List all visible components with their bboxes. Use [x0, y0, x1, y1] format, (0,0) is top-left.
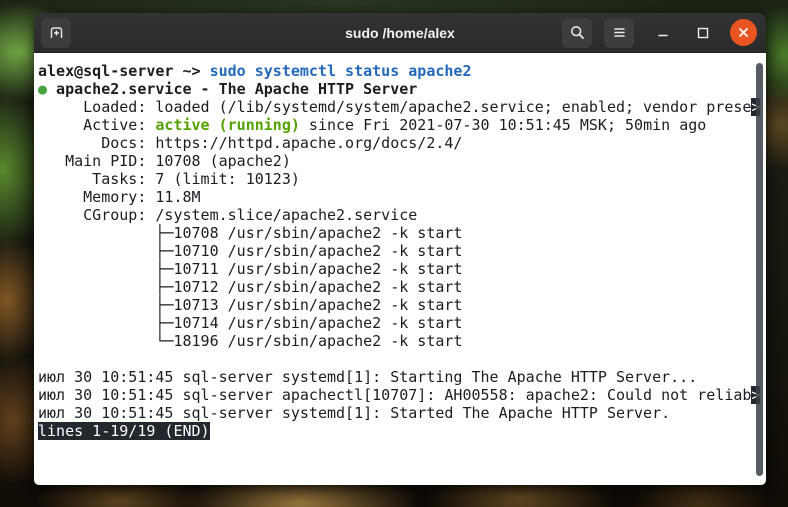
cgroup-tree-line: ├─10710 /usr/sbin/apache2 -k start	[38, 242, 463, 260]
docs-line: Docs: https://httpd.apache.org/docs/2.4/	[38, 134, 463, 152]
menu-button[interactable]	[604, 17, 634, 48]
cgroup-tree-line: ├─10713 /usr/sbin/apache2 -k start	[38, 296, 463, 314]
titlebar[interactable]: sudo /home/alex	[34, 13, 766, 53]
memory-line: Memory: 11.8M	[38, 188, 201, 206]
search-icon	[569, 24, 586, 41]
tasks-line: Tasks: 7 (limit: 10123)	[38, 170, 300, 188]
search-button[interactable]	[562, 17, 592, 48]
active-line: Active: active (running) since Fri 2021-…	[38, 116, 707, 134]
minimize-button[interactable]	[648, 18, 678, 48]
cgroup-tree-line: └─18196 /usr/sbin/apache2 -k start	[38, 332, 463, 350]
close-button[interactable]	[730, 19, 757, 46]
cgroup-tree-line: ├─10708 /usr/sbin/apache2 -k start	[38, 224, 463, 242]
new-tab-button[interactable]	[41, 17, 71, 48]
active-state: active (running)	[155, 116, 300, 134]
close-icon	[737, 26, 750, 39]
typed-command: sudo systemctl status apache2	[209, 62, 472, 80]
cgroup-tree-line: ├─10712 /usr/sbin/apache2 -k start	[38, 278, 463, 296]
window-title: sudo /home/alex	[345, 24, 455, 41]
maximize-icon	[695, 25, 711, 41]
scrollbar[interactable]	[756, 63, 763, 476]
status-dot: ●	[38, 80, 48, 98]
maximize-button[interactable]	[688, 18, 718, 48]
prompt-cwd-arrow: ~>	[173, 62, 210, 80]
loaded-line: Loaded: loaded (/lib/systemd/system/apac…	[38, 98, 766, 116]
pager-status-line: lines 1-19/19 (END)	[38, 422, 766, 440]
minimize-icon	[655, 25, 671, 41]
terminal-window: sudo /home/alex alex@sql-server ~> sudo …	[34, 13, 766, 485]
prompt-user-host: alex@sql-server	[38, 62, 174, 80]
unit-title: apache2.service - The Apache HTTP Server	[47, 80, 418, 98]
journal-line: июл 30 10:51:45 sql-server systemd[1]: S…	[38, 404, 671, 422]
new-tab-icon	[48, 24, 65, 41]
hamburger-menu-icon	[611, 24, 628, 41]
cgroup-tree-line: ├─10714 /usr/sbin/apache2 -k start	[38, 314, 463, 332]
terminal-output-area[interactable]: alex@sql-server ~> sudo systemctl status…	[34, 53, 766, 485]
journal-line: июл 30 10:51:45 sql-server systemd[1]: S…	[38, 368, 698, 386]
journal-line: июл 30 10:51:45 sql-server apachectl[107…	[38, 386, 766, 404]
pager-status: lines 1-19/19 (END)	[38, 422, 210, 440]
main-pid-line: Main PID: 10708 (apache2)	[38, 152, 291, 170]
prompt-line: alex@sql-server ~> sudo systemctl status…	[38, 62, 766, 80]
unit-title-line: ● apache2.service - The Apache HTTP Serv…	[38, 80, 766, 98]
cgroup-line: CGroup: /system.slice/apache2.service	[38, 206, 418, 224]
cgroup-tree-line: ├─10711 /usr/sbin/apache2 -k start	[38, 260, 463, 278]
